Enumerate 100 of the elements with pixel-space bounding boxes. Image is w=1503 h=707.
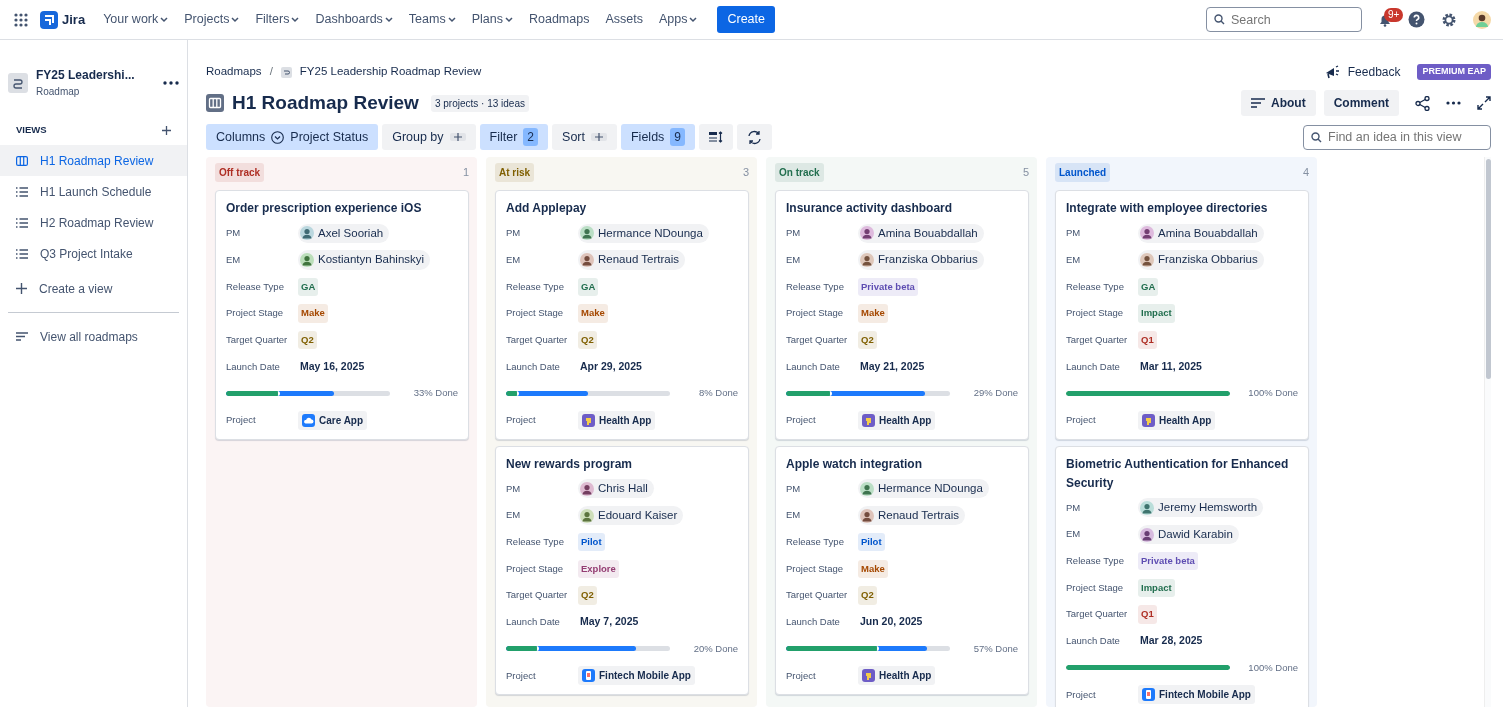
project-chip[interactable]: Fintech Mobile App <box>1138 685 1255 705</box>
avatar-icon <box>860 226 874 241</box>
density-button[interactable] <box>699 124 733 150</box>
field-label: Project Stage <box>786 561 845 576</box>
person-chip[interactable]: Jeremy Hemsworth <box>1138 498 1264 518</box>
sidebar-item[interactable]: H2 Roadmap Review <box>0 207 187 239</box>
nav-menu-item[interactable]: Roadmaps <box>522 6 596 33</box>
filter-button[interactable]: Fields 9 <box>621 124 695 150</box>
project-chip[interactable]: Health App <box>1138 410 1216 430</box>
person-chip[interactable]: Franziska Obbarius <box>1138 250 1264 270</box>
filter-button[interactable]: Filter 2 <box>479 124 549 150</box>
person-chip[interactable]: Hermance NDounga <box>578 223 709 243</box>
view-all-link[interactable]: View all roadmaps <box>0 321 187 353</box>
progress-reading: 33% Done <box>412 386 458 401</box>
app-switcher-icon[interactable] <box>14 12 28 27</box>
idea-card[interactable]: Apple watch integration PM Hermance NDounga EM Renaud Tertrais Release Type Pilot Project Stage Make Target Quarter Q2 Launch Date Jun 20, 2025 57% Done Project Health App <box>775 445 1029 695</box>
field-label: Release Type <box>786 535 845 550</box>
nav-menu-item[interactable]: Teams <box>402 6 462 33</box>
breadcrumb-link[interactable]: Roadmaps <box>206 63 262 81</box>
column-count: 1 <box>462 165 469 181</box>
person-chip[interactable]: Kostiantyn Bahinskyi <box>298 250 431 270</box>
avatar-icon <box>860 508 874 523</box>
person-chip[interactable]: Renaud Tertrais <box>858 505 965 526</box>
field-label: Target Quarter <box>506 332 569 347</box>
filter-button[interactable]: Group by <box>382 124 476 150</box>
add-icon[interactable] <box>162 125 171 135</box>
nav-menu-item[interactable]: Your work <box>97 6 175 33</box>
project-chip[interactable]: Health App <box>858 410 936 430</box>
expand-icon[interactable] <box>1477 96 1491 110</box>
person-chip[interactable]: Axel Sooriah <box>298 223 390 243</box>
idea-card[interactable]: Add Applepay PM Hermance NDounga EM Renaud Tertrais Release Type GA Project Stage Make Target Quarter Q2 Launch Date Apr 29, 2025 8% Done Project Health App <box>495 190 749 440</box>
person-chip[interactable]: Edouard Kaiser <box>578 505 684 526</box>
project-chip[interactable]: Fintech Mobile App <box>578 666 695 686</box>
nav-menu-item[interactable]: Apps <box>652 6 704 33</box>
person-chip[interactable]: Renaud Tertrais <box>578 250 685 270</box>
project-chip[interactable]: Health App <box>858 666 936 686</box>
list-icon <box>16 186 28 197</box>
date-value: May 21, 2025 <box>859 358 925 374</box>
board-icon <box>206 94 224 112</box>
person-chip[interactable]: Amina Bouabdallah <box>858 223 984 243</box>
sidebar-item[interactable]: H1 Roadmap Review <box>0 145 187 177</box>
add-icon <box>595 133 603 141</box>
person-chip[interactable]: Amina Bouabdallah <box>1138 223 1264 243</box>
settings-icon[interactable] <box>1441 11 1457 28</box>
search-field[interactable]: Search <box>1206 7 1362 32</box>
scrollbar-thumb[interactable] <box>1486 159 1491 379</box>
person-chip[interactable]: Franziska Obbarius <box>858 250 984 270</box>
field-label: Launch Date <box>506 615 561 630</box>
nav-menu-item[interactable]: Assets <box>599 6 649 33</box>
nav-menu-item[interactable]: Plans <box>465 6 519 33</box>
date-value: Mar 11, 2025 <box>1139 358 1202 374</box>
create-view-link[interactable]: Create a view <box>0 273 187 305</box>
filter-button[interactable]: Sort <box>552 124 617 150</box>
more-icon[interactable] <box>163 80 179 85</box>
about-button[interactable]: About <box>1241 90 1316 116</box>
megaphone-icon <box>1324 65 1340 79</box>
breadcrumb-link[interactable]: FY25 Leadership Roadmap Review <box>299 63 482 81</box>
nav-menu-item[interactable]: Projects <box>178 6 246 33</box>
person-chip[interactable]: Dawid Karabin <box>1138 524 1239 545</box>
field-label: PM <box>786 481 802 496</box>
puzzle-icon <box>862 669 875 683</box>
idea-card[interactable]: New rewards program PM Chris Hall EM Edouard Kaiser Release Type Pilot Project Stage Explore Target Quarter Q2 Launch Date May 7, 2025 20% Done Project Fintech Mobile App <box>495 445 749 695</box>
card-title: Insurance activity dashboard <box>786 200 954 217</box>
field-label: Target Quarter <box>786 332 849 347</box>
idea-card[interactable]: Insurance activity dashboard PM Amina Bouabdallah EM Franziska Obbarius Release Type Private beta Project Stage Make Target Quarter Q2 Launch Date May 21, 2025 29% Done Project Health App <box>775 190 1029 440</box>
project-chip[interactable]: Health App <box>578 410 656 430</box>
nav-menu-item[interactable]: Dashboards <box>309 6 399 33</box>
avatar-icon <box>860 481 874 496</box>
avatar-icon <box>860 253 874 268</box>
share-icon[interactable] <box>1415 95 1430 111</box>
column-count: 3 <box>742 165 749 181</box>
sidebar-item[interactable]: Q3 Project Intake <box>0 238 187 270</box>
help-icon[interactable] <box>1408 11 1425 28</box>
avatar-icon <box>1140 253 1154 268</box>
field-label: EM <box>226 252 242 267</box>
page-title: H1 Roadmap Review <box>232 91 419 115</box>
tag-lozenge: Make <box>858 559 888 579</box>
find-field[interactable]: Find an idea in this view <box>1303 124 1491 150</box>
project-chip[interactable]: Care App <box>298 410 368 430</box>
person-chip[interactable]: Chris Hall <box>578 479 654 499</box>
sidebar-item[interactable]: H1 Launch Schedule <box>0 176 187 208</box>
phone-icon <box>1142 688 1155 702</box>
field-label: Project Stage <box>506 561 565 576</box>
nav-menu-item[interactable]: Filters <box>249 6 306 33</box>
avatar-icon <box>580 253 594 268</box>
feedback-button[interactable]: Feedback <box>1323 62 1402 82</box>
avatar-icon[interactable] <box>1473 10 1491 29</box>
person-chip[interactable]: Hermance NDounga <box>858 479 989 499</box>
create-button[interactable]: Create <box>717 6 775 33</box>
comment-button[interactable]: Comment <box>1323 90 1399 116</box>
filter-button[interactable]: Columns Project Status <box>206 124 379 150</box>
field-label: PM <box>1066 226 1082 241</box>
idea-card[interactable] <box>1055 445 1309 707</box>
more-icon[interactable] <box>1446 101 1461 105</box>
idea-card[interactable]: Order prescription experience iOS PM Axel Sooriah EM Kostiantyn Bahinskyi Release Type GA Project Stage Make Target Quarter Q2 Launch Date May 16, 2025 33% Done Project Care App <box>215 190 469 440</box>
card-title: Add Applepay <box>506 200 588 217</box>
puzzle-icon <box>862 413 875 427</box>
sort-order-button[interactable] <box>737 124 772 150</box>
status-lozenge: Off track <box>215 163 265 182</box>
idea-card[interactable]: Integrate with employee directories PM Amina Bouabdallah EM Franziska Obbarius Release Type GA Project Stage Impact Target Quarter Q1 Launch Date Mar 11, 2025 100% Done Project Health App <box>1055 190 1309 440</box>
